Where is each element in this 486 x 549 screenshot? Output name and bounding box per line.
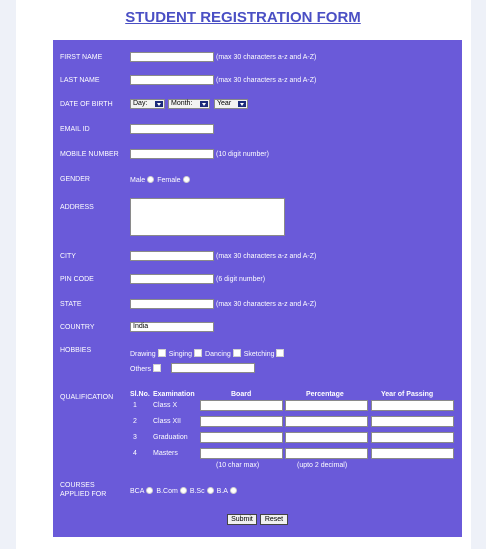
gender-female-radio[interactable] bbox=[182, 176, 190, 183]
qual-header-board: Board bbox=[231, 391, 252, 398]
country-input[interactable]: India bbox=[130, 322, 214, 332]
day-select-value: Day: bbox=[133, 100, 148, 107]
city-hint: (max 30 characters a-z and A-Z) bbox=[216, 253, 317, 260]
course-bca-radio[interactable] bbox=[146, 487, 154, 494]
qual-row-2-exam: Class XII bbox=[153, 418, 182, 425]
pin-hint: (6 digit number) bbox=[216, 276, 266, 283]
course-ba-label: B.A bbox=[216, 488, 228, 495]
qual-header-year: Year of Passing bbox=[381, 391, 434, 398]
course-bcom-label: B.Com bbox=[156, 488, 178, 495]
qual-row-2-year-input[interactable] bbox=[371, 416, 454, 427]
year-select-value: Year bbox=[217, 100, 232, 107]
last-name-input[interactable] bbox=[130, 75, 214, 85]
hobbies-row: Drawing Singing Dancing Sketching bbox=[130, 349, 287, 359]
courses-options: BCA B.Com B.Sc B.A bbox=[130, 487, 240, 496]
hobby-sketching-label: Sketching bbox=[243, 351, 275, 358]
qual-row-3-board-input[interactable] bbox=[200, 432, 283, 443]
chevron-down-icon bbox=[200, 101, 208, 107]
pin-label: PIN CODE bbox=[60, 276, 94, 283]
hobbies-label: HOBBIES bbox=[60, 347, 92, 354]
hobby-sketching-checkbox[interactable] bbox=[276, 349, 285, 357]
qual-row-4-exam: Masters bbox=[153, 450, 178, 457]
qual-row-1-board-input[interactable] bbox=[200, 400, 283, 411]
chevron-down-icon bbox=[155, 101, 163, 107]
gender-female-label: Female bbox=[157, 177, 181, 184]
pin-input[interactable] bbox=[130, 274, 214, 284]
courses-label-line1: COURSES bbox=[60, 482, 95, 489]
submit-button[interactable]: Submit bbox=[227, 514, 257, 525]
year-select[interactable]: Year bbox=[214, 99, 248, 109]
gender-male-label: Male bbox=[130, 177, 146, 184]
address-label: ADDRESS bbox=[60, 204, 94, 211]
mobile-input[interactable] bbox=[130, 149, 214, 159]
hobby-others-label: Others bbox=[130, 366, 152, 373]
gender-label: GENDER bbox=[60, 176, 90, 183]
hobby-singing-label: Singing bbox=[168, 351, 193, 358]
gender-male-radio[interactable] bbox=[147, 176, 155, 183]
qual-row-4-percentage-input[interactable] bbox=[285, 448, 368, 459]
hobby-others-checkbox[interactable] bbox=[153, 364, 162, 372]
hobbies-others-row: Others bbox=[130, 364, 164, 374]
registration-form: FIRST NAME (max 30 characters a-z and A-… bbox=[53, 40, 462, 537]
course-ba-radio[interactable] bbox=[229, 487, 237, 494]
country-label: COUNTRY bbox=[60, 324, 95, 331]
month-select-value: Month: bbox=[171, 100, 193, 107]
course-bca-label: BCA bbox=[130, 488, 145, 495]
first-name-input[interactable] bbox=[130, 52, 214, 62]
qual-header-slno: Sl.No. bbox=[130, 391, 150, 398]
qual-row-2-no: 2 bbox=[133, 418, 137, 425]
state-hint: (max 30 characters a-z and A-Z) bbox=[216, 301, 317, 308]
city-label: CITY bbox=[60, 253, 76, 260]
reset-button[interactable]: Reset bbox=[260, 514, 288, 525]
qual-header-exam: Examination bbox=[153, 391, 195, 398]
qual-row-4-year-input[interactable] bbox=[371, 448, 454, 459]
hobby-drawing-checkbox[interactable] bbox=[157, 349, 166, 357]
course-bcom-radio[interactable] bbox=[179, 487, 187, 494]
qualification-label: QUALIFICATION bbox=[60, 394, 114, 401]
chevron-down-icon bbox=[238, 101, 246, 107]
dob-selects: Day: Month: Year bbox=[130, 99, 270, 109]
qual-row-3-exam: Graduation bbox=[153, 434, 188, 441]
qual-row-4-no: 4 bbox=[133, 450, 137, 457]
hobby-drawing-label: Drawing bbox=[130, 351, 156, 358]
qual-row-2-board-input[interactable] bbox=[200, 416, 283, 427]
qual-row-4-board-input[interactable] bbox=[200, 448, 283, 459]
gender-options: Male Female bbox=[130, 176, 193, 185]
qual-row-1-no: 1 bbox=[133, 402, 137, 409]
mobile-hint: (10 digit number) bbox=[216, 151, 269, 158]
hobby-others-input[interactable] bbox=[171, 363, 255, 373]
qual-row-3-year-input[interactable] bbox=[371, 432, 454, 443]
city-input[interactable] bbox=[130, 251, 214, 261]
qual-row-3-no: 3 bbox=[133, 434, 137, 441]
first-name-hint: (max 30 characters a-z and A-Z) bbox=[216, 54, 317, 61]
course-bsc-label: B.Sc bbox=[189, 488, 205, 495]
email-input[interactable] bbox=[130, 124, 214, 134]
page-title: STUDENT REGISTRATION FORM bbox=[125, 9, 361, 26]
day-select[interactable]: Day: bbox=[130, 99, 165, 109]
mobile-label: MOBILE NUMBER bbox=[60, 151, 119, 158]
hobby-dancing-checkbox[interactable] bbox=[232, 349, 241, 357]
email-label: EMAIL ID bbox=[60, 126, 90, 133]
qual-row-1-percentage-input[interactable] bbox=[285, 400, 368, 411]
percentage-hint: (upto 2 decimal) bbox=[297, 462, 348, 469]
state-input[interactable] bbox=[130, 299, 214, 309]
hobby-dancing-label: Dancing bbox=[205, 351, 231, 358]
state-label: STATE bbox=[60, 301, 82, 308]
qual-row-1-year-input[interactable] bbox=[371, 400, 454, 411]
qual-header-percentage: Percentage bbox=[306, 391, 344, 398]
qual-row-2-percentage-input[interactable] bbox=[285, 416, 368, 427]
first-name-label: FIRST NAME bbox=[60, 54, 103, 61]
dob-label: DATE OF BIRTH bbox=[60, 101, 113, 108]
board-hint: (10 char max) bbox=[216, 462, 260, 469]
qual-row-3-percentage-input[interactable] bbox=[285, 432, 368, 443]
month-select[interactable]: Month: bbox=[168, 99, 210, 109]
courses-label-line2: APPLIED FOR bbox=[60, 491, 107, 498]
last-name-hint: (max 30 characters a-z and A-Z) bbox=[216, 77, 317, 84]
last-name-label: LAST NAME bbox=[60, 77, 100, 84]
course-bsc-radio[interactable] bbox=[206, 487, 214, 494]
address-textarea[interactable] bbox=[130, 198, 285, 236]
hobby-singing-checkbox[interactable] bbox=[194, 349, 203, 357]
qual-row-1-exam: Class X bbox=[153, 402, 178, 409]
